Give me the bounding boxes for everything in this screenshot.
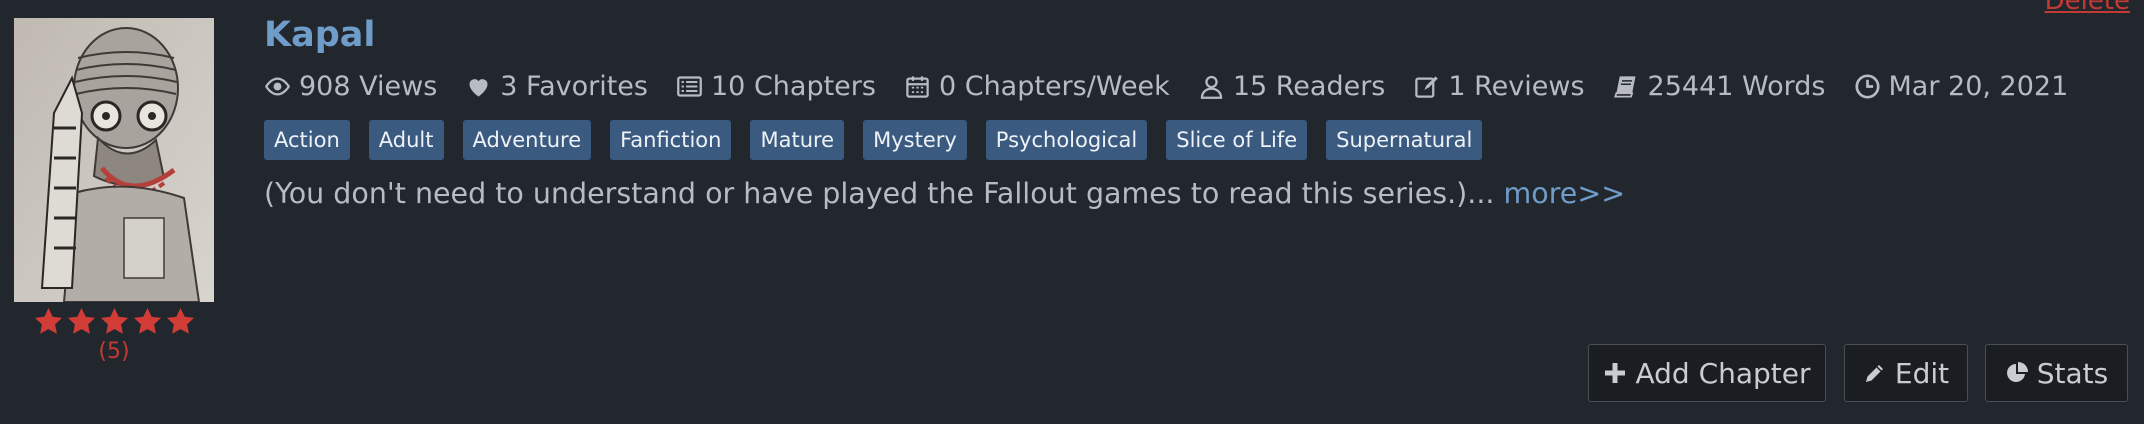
- add-chapter-label: Add Chapter: [1635, 356, 1811, 390]
- tag[interactable]: Adult: [368, 120, 444, 160]
- clock-icon: [1854, 73, 1880, 99]
- synopsis-text: (You don't need to understand or have pl…: [264, 177, 1495, 210]
- story-title[interactable]: Kapal: [264, 14, 375, 56]
- eye-icon: [264, 76, 291, 96]
- plus-icon: [1605, 363, 1626, 383]
- stat-chapters: 10 Chapters: [676, 71, 876, 102]
- synopsis: (You don't need to understand or have pl…: [264, 174, 1625, 214]
- stat-chapters-label: 10 Chapters: [711, 70, 876, 102]
- stat-date-label: Mar 20, 2021: [1888, 70, 2069, 102]
- stat-readers: 15 Readers: [1198, 70, 1386, 102]
- more-link[interactable]: more>>: [1504, 177, 1626, 210]
- user-icon: [1200, 75, 1223, 99]
- list-icon: [677, 75, 702, 97]
- stats-button[interactable]: Stats: [1985, 344, 2128, 402]
- stat-views-label: 908 Views: [299, 70, 438, 102]
- edit-label: Edit: [1894, 356, 1950, 390]
- stat-views: 908 Views: [264, 71, 437, 102]
- stat-reviews: 1 Reviews: [1413, 70, 1585, 102]
- stat-chapters-per-week: 0 Chapters/Week: [904, 71, 1170, 102]
- stats-label: Stats: [2036, 356, 2109, 390]
- star-icon: [166, 307, 194, 334]
- edit-button[interactable]: Edit: [1844, 344, 1968, 402]
- rating-stars: [26, 306, 202, 337]
- tag[interactable]: Mystery: [863, 120, 967, 160]
- pencil-icon: [1865, 365, 1883, 382]
- story-stats: 908 Views 3 Favorites 10 Chapters 0 Chap…: [264, 68, 2068, 104]
- edit-icon: [1415, 75, 1439, 98]
- book-icon: [1613, 75, 1636, 98]
- tag[interactable]: Psychological: [985, 120, 1148, 160]
- tag[interactable]: Fanfiction: [610, 120, 732, 160]
- tag[interactable]: Mature: [750, 120, 845, 160]
- pie-chart-icon: [2006, 362, 2028, 382]
- stat-chapters-per-week-label: 0 Chapters/Week: [938, 70, 1170, 102]
- rating: (5): [26, 306, 202, 364]
- stat-readers-label: 15 Readers: [1232, 70, 1386, 102]
- star-icon: [67, 307, 95, 334]
- star-icon: [133, 307, 161, 334]
- stat-words: 25441 Words: [1613, 71, 1826, 102]
- stat-favorites-label: 3 Favorites: [500, 70, 648, 102]
- calendar-icon: [906, 75, 929, 98]
- delete-link[interactable]: Delete: [2045, 0, 2130, 16]
- stat-reviews-label: 1 Reviews: [1448, 70, 1585, 102]
- tag[interactable]: Supernatural: [1326, 120, 1483, 160]
- star-icon: [100, 307, 128, 334]
- tag-list: Action Adult Adventure Fanfiction Mature…: [264, 120, 1483, 160]
- heart-icon: [469, 78, 488, 97]
- stat-words-label: 25441 Words: [1647, 70, 1826, 102]
- rating-count: (5): [98, 339, 130, 364]
- tag[interactable]: Adventure: [462, 120, 592, 160]
- cover-image[interactable]: [14, 18, 214, 302]
- stat-favorites: 3 Favorites: [465, 71, 648, 102]
- star-icon: [34, 307, 62, 334]
- tag[interactable]: Action: [264, 120, 350, 160]
- stat-date: Mar 20, 2021: [1854, 70, 2069, 102]
- cover-drawing: [14, 18, 214, 302]
- add-chapter-button[interactable]: Add Chapter: [1588, 344, 1826, 402]
- tag[interactable]: Slice of Life: [1166, 120, 1308, 160]
